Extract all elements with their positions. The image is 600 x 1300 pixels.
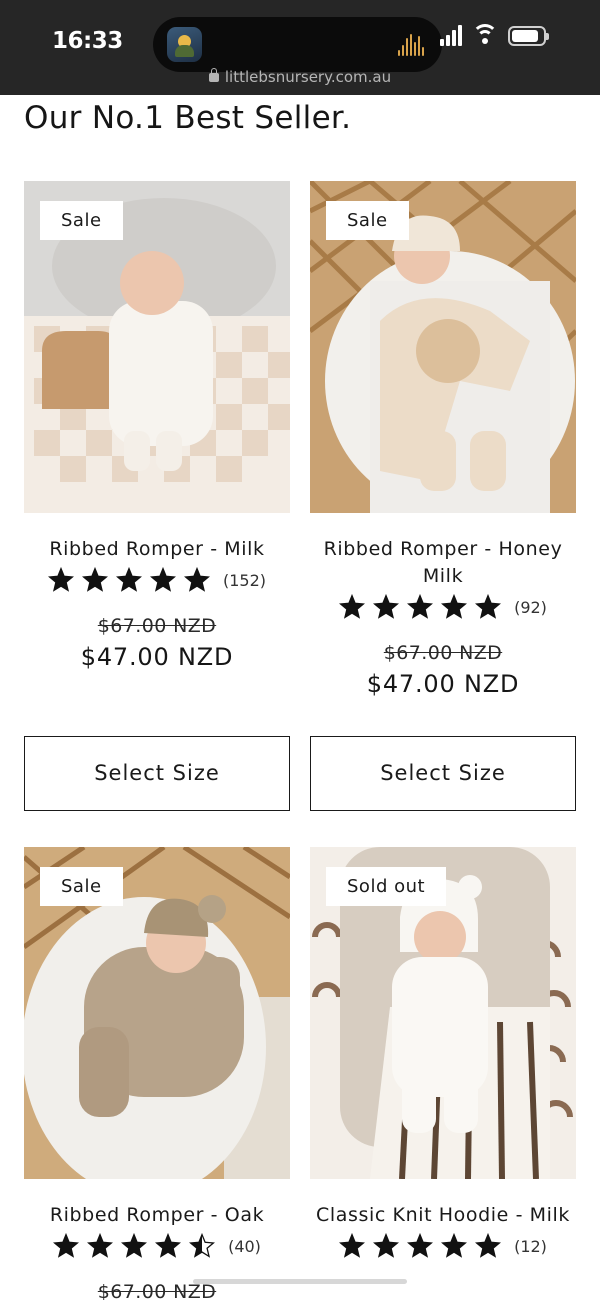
star-icon	[87, 1233, 114, 1258]
select-size-button[interactable]: Select Size	[310, 736, 576, 811]
review-count: (152)	[222, 570, 267, 590]
star-icon	[189, 1233, 216, 1258]
status-bar: 16:33 littlebsnursery.com.au	[0, 0, 600, 95]
star-icon	[155, 1233, 182, 1258]
product-rating: (152)	[24, 565, 290, 595]
star-icon	[339, 594, 366, 619]
star-icon	[407, 594, 434, 619]
product-title[interactable]: Ribbed Romper - Oak	[24, 1202, 290, 1229]
product-card[interactable]: Sale Ribbed Romper - Honey Milk (92) $67…	[310, 181, 576, 698]
product-card[interactable]: Sale Ribbed Romper - Oak (40) $67.00 NZD	[24, 847, 290, 1300]
rating-stars	[47, 567, 210, 593]
product-card[interactable]: Sold out Classic Knit Hoodie - Milk (12)	[310, 847, 576, 1261]
product-title[interactable]: Classic Knit Hoodie - Milk	[310, 1202, 576, 1229]
section-title: Our No.1 Best Seller.	[24, 100, 352, 136]
review-count: (92)	[514, 597, 547, 617]
now-playing-app-icon	[167, 27, 202, 62]
star-icon	[115, 567, 142, 592]
lock-icon	[208, 68, 219, 82]
sale-badge: Sale	[326, 201, 409, 240]
rating-stars	[53, 1233, 216, 1259]
battery-icon	[508, 26, 549, 46]
star-icon	[373, 594, 400, 619]
star-icon	[53, 1233, 80, 1258]
review-count: (12)	[514, 1236, 547, 1256]
signal-icon	[440, 24, 462, 46]
product-rating: (40)	[24, 1231, 290, 1261]
product-rating: (12)	[310, 1231, 576, 1261]
sale-price: $47.00 NZD	[80, 643, 234, 671]
star-icon	[81, 567, 108, 592]
sale-badge: Sale	[40, 201, 123, 240]
review-count: (40)	[228, 1236, 261, 1256]
star-icon	[373, 1233, 400, 1258]
address-bar[interactable]: littlebsnursery.com.au	[0, 68, 600, 86]
product-image[interactable]: Sale	[24, 181, 290, 513]
star-icon	[149, 567, 176, 592]
product-image[interactable]: Sale	[24, 847, 290, 1179]
star-icon	[47, 567, 74, 592]
product-rating: (92)	[310, 592, 576, 622]
product-title[interactable]: Ribbed Romper - Milk	[24, 536, 290, 563]
wifi-icon	[472, 24, 498, 46]
star-icon	[441, 594, 468, 619]
compare-at-price: $67.00 NZD	[383, 642, 503, 664]
url-text: littlebsnursery.com.au	[224, 68, 392, 86]
product-title[interactable]: Ribbed Romper - Honey Milk	[310, 536, 576, 590]
sold-out-badge: Sold out	[326, 867, 447, 906]
audio-waveform-icon	[398, 34, 424, 56]
select-size-button[interactable]: Select Size	[24, 736, 290, 811]
dynamic-island[interactable]	[153, 17, 442, 72]
sale-badge: Sale	[40, 867, 123, 906]
product-image[interactable]: Sold out	[310, 847, 576, 1179]
product-card[interactable]: Sale Ribbed Romper - Milk (152) $67.00 N…	[24, 181, 290, 671]
star-icon	[407, 1233, 434, 1258]
star-icon	[121, 1233, 148, 1258]
star-icon	[183, 567, 210, 592]
rating-stars	[339, 594, 502, 620]
home-indicator[interactable]	[193, 1279, 407, 1284]
product-image[interactable]: Sale	[310, 181, 576, 513]
star-icon	[339, 1233, 366, 1258]
star-icon	[441, 1233, 468, 1258]
status-time: 16:33	[52, 28, 123, 54]
star-icon	[475, 1233, 502, 1258]
sale-price: $47.00 NZD	[366, 670, 520, 698]
star-icon	[475, 594, 502, 619]
rating-stars	[339, 1233, 502, 1259]
compare-at-price: $67.00 NZD	[97, 615, 217, 637]
